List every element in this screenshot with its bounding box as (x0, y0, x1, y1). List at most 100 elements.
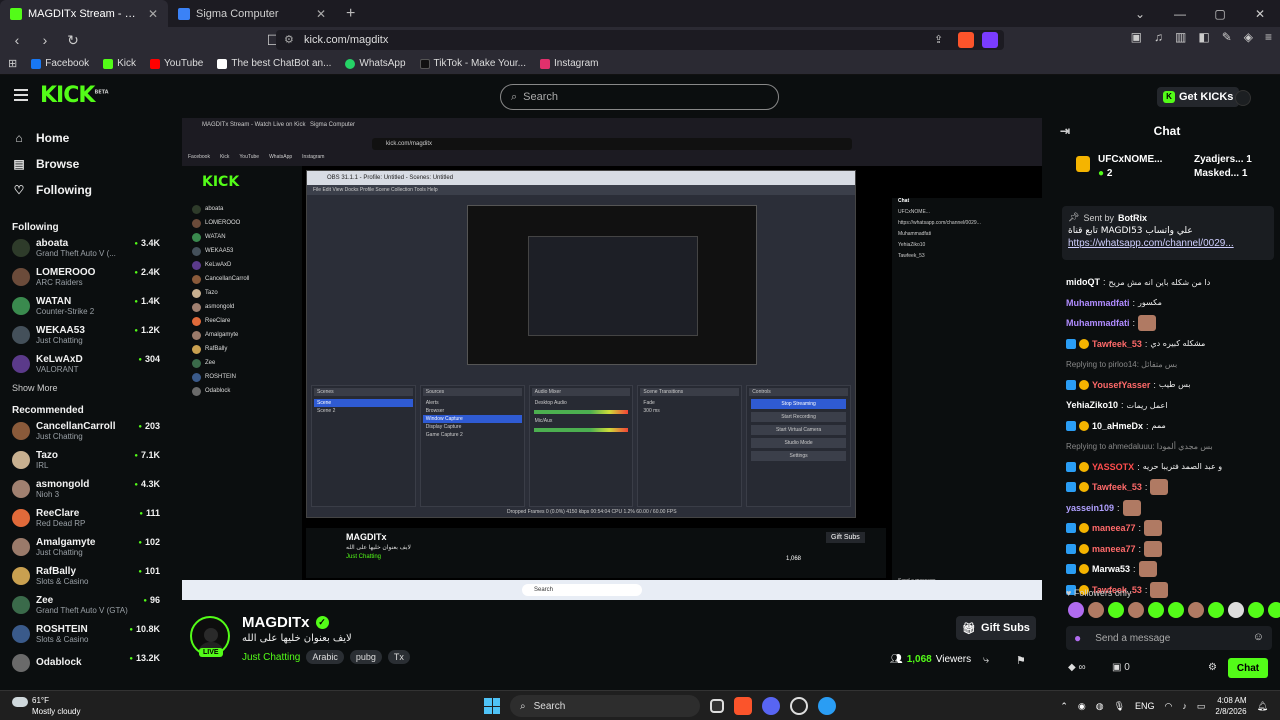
chat-username[interactable]: Tawfeek_53 (1092, 339, 1142, 349)
tray-mic-icon[interactable]: 🎙︎ (1114, 701, 1125, 712)
vpn-icon[interactable]: ◈ (1244, 30, 1253, 44)
channel-item[interactable]: KeLwAxDVALORANT 304 (0, 349, 170, 378)
leader-2[interactable]: Zyadjers... 1 (1194, 154, 1252, 165)
battery-icon[interactable]: ▭ (1197, 701, 1206, 712)
share-icon[interactable]: ⇪ (934, 33, 943, 46)
wifi-icon[interactable]: ◠ (1165, 701, 1173, 712)
chat-message[interactable]: Tawfeek_53: مشكله كبيره دي (1066, 334, 1274, 355)
emote-button[interactable] (1268, 602, 1280, 618)
chat-message[interactable]: yassein109: (1066, 498, 1274, 519)
bookmark-facebook[interactable]: Facebook (31, 58, 89, 69)
minimize-icon[interactable]: — (1160, 0, 1200, 27)
chat-message[interactable]: maneea77: (1066, 518, 1274, 539)
tag-chip[interactable]: Arabic (306, 650, 344, 664)
apps-grid-icon[interactable]: ⊞ (8, 57, 17, 70)
brave-browser-icon[interactable] (734, 697, 752, 715)
chat-message[interactable]: Muhammadfati: (1066, 313, 1274, 334)
tab-list-icon[interactable]: ⌄ (1120, 0, 1160, 27)
video-player[interactable]: MAGDITx Stream - Watch Live on Kick Sigm… (182, 118, 1042, 600)
channel-item[interactable]: AmalgamyteJust Chatting 102 (0, 532, 170, 561)
emote-button[interactable] (1228, 602, 1244, 618)
emoji-icon[interactable]: ☺ (1253, 631, 1264, 643)
collapse-chat-icon[interactable]: ⇥ (1060, 124, 1070, 138)
notifications-icon[interactable]: 🔔︎ (1257, 701, 1268, 712)
emote-button[interactable] (1148, 602, 1164, 618)
channel-item[interactable]: ROSHTEINSlots & Casino10.8K (0, 619, 170, 648)
chat-message[interactable]: Marwa53: (1066, 559, 1274, 580)
chat-username[interactable]: YousefYasser (1092, 380, 1150, 390)
brave-shield-icon[interactable] (958, 32, 974, 48)
channel-item[interactable]: TazoIRL 7.1K (0, 445, 170, 474)
search-input[interactable]: ⌕ Search (500, 84, 779, 110)
channel-item[interactable]: ReeClareRed Dead RP 111 (0, 503, 170, 532)
chat-input[interactable]: ● Send a message ☺ (1066, 626, 1272, 650)
extensions-icon[interactable]: ✎ (1222, 30, 1232, 44)
send-chat-button[interactable]: Chat (1228, 658, 1268, 678)
clock[interactable]: 4:08 AM 2/8/2026 (1215, 695, 1246, 717)
brave-rewards-icon[interactable] (982, 32, 998, 48)
reload-icon[interactable]: ↻ (62, 29, 84, 51)
channel-item[interactable]: CancellanCarrollJust Chatting 203 (0, 416, 170, 445)
channel-item[interactable]: RafBallySlots & Casino 101 (0, 561, 170, 590)
channel-item[interactable]: ZeeGrand Theft Auto V (GTA) 96 (0, 590, 170, 619)
tab-magditx[interactable]: MAGDITx Stream - Watch Live on Kick ✕ (0, 0, 168, 27)
pinned-link[interactable]: https://whatsapp.com/channel/0029... (1068, 238, 1268, 249)
weather-widget[interactable]: 61°F Mostly cloudy (12, 695, 80, 717)
chat-message[interactable]: midoQT: دا من شكله باين انه مش مريح (1066, 272, 1274, 293)
emote-button[interactable] (1248, 602, 1264, 618)
channel-item[interactable]: asmongoldNioh 3 4.3K (0, 474, 170, 503)
bookmark-instagram[interactable]: Instagram (540, 58, 598, 69)
file-explorer-icon[interactable] (710, 699, 724, 713)
leader-1[interactable]: UFCxNOME... (1098, 154, 1162, 165)
tray-app-icon[interactable]: ◍ (1096, 701, 1104, 712)
chat-username[interactable]: Tawfeek_53 (1092, 482, 1142, 492)
screenshot-icon[interactable]: ▣ (1131, 30, 1142, 44)
app-icon[interactable] (818, 697, 836, 715)
close-tab-icon[interactable]: ✕ (316, 7, 326, 21)
chat-message[interactable]: YousefYasser: بس طيب (1066, 375, 1274, 396)
emote-button[interactable] (1068, 602, 1084, 618)
windows-start-icon[interactable] (484, 698, 500, 714)
sidebar-item-following[interactable]: ♡ Following (0, 177, 170, 203)
emote-button[interactable] (1208, 602, 1224, 618)
emote-button[interactable] (1128, 602, 1144, 618)
chat-username[interactable]: YehiaZiko10 (1066, 400, 1118, 410)
new-tab-button[interactable]: + (336, 5, 365, 23)
bookmark-kick[interactable]: Kick (103, 58, 136, 69)
emote-button[interactable] (1188, 602, 1204, 618)
menu-toggle-icon[interactable] (14, 89, 28, 101)
close-window-icon[interactable]: ✕ (1240, 0, 1280, 27)
chat-message[interactable]: YASSOTX: و عبد الصمد فتريبا حريه (1066, 457, 1274, 478)
wallet-icon[interactable]: ◧ (1198, 30, 1209, 44)
tag-chip[interactable]: pubg (349, 650, 382, 664)
emote-button[interactable] (1168, 602, 1184, 618)
chat-username[interactable]: 10_aHmeDx (1092, 421, 1143, 431)
streamer-name[interactable]: MAGDITx ✓ (242, 614, 329, 631)
microphone-icon[interactable]: ● (1074, 631, 1081, 645)
show-more-link[interactable]: Show More (0, 378, 170, 398)
chat-message[interactable]: YehiaZiko10: اعمل ريمات (1066, 395, 1274, 416)
url-field[interactable]: ⚙ kick.com/magditx (276, 30, 1004, 50)
sidebar-item-home[interactable]: ⌂ Home (0, 125, 170, 151)
chat-username[interactable]: Marwa53 (1092, 564, 1130, 574)
forward-icon[interactable]: › (34, 29, 56, 51)
obs-icon[interactable] (790, 697, 808, 715)
taskbar-search[interactable]: ⌕ Search (510, 695, 700, 717)
sidebar-item-browse[interactable]: ▤ Browse (0, 151, 170, 177)
chat-username[interactable]: Muhammadfati (1066, 298, 1130, 308)
share-icon[interactable]: ⤷ (983, 654, 989, 667)
gift-subs-button[interactable]: 🎁︎ Gift Subs (956, 616, 1036, 640)
menu-icon[interactable]: ≡ (1265, 30, 1272, 44)
volume-icon[interactable]: ♪ (1182, 701, 1187, 711)
category-link[interactable]: Just Chatting (242, 652, 300, 663)
channel-item[interactable]: Odablock 13.2K (0, 648, 170, 677)
get-kicks-button[interactable]: K Get KICKs (1157, 87, 1240, 107)
chat-username[interactable]: Muhammadfati (1066, 318, 1130, 328)
chat-message[interactable]: Muhammadfati: مكسور (1066, 293, 1274, 314)
tray-chevron-icon[interactable]: ⌃ (1060, 701, 1068, 712)
discord-icon[interactable] (762, 697, 780, 715)
chat-message[interactable]: 10_aHmeDx: ممم (1066, 416, 1274, 437)
channel-item[interactable]: WATANCounter-Strike 2 1.4K (0, 291, 170, 320)
report-icon[interactable]: ⚑ (1016, 654, 1026, 667)
tray-language[interactable]: ENG (1135, 701, 1155, 711)
